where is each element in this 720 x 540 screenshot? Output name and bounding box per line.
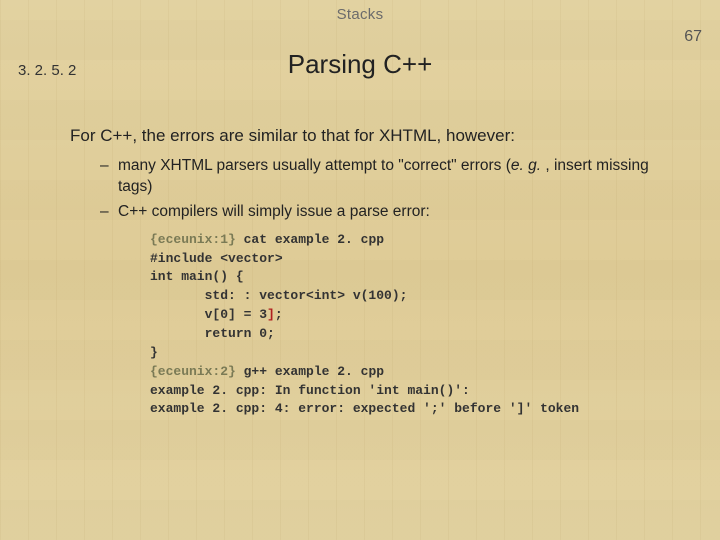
code-text: g++ example 2. cpp (236, 364, 384, 379)
bullet-list: many XHTML parsers usually attempt to "c… (100, 156, 680, 223)
code-text: } (150, 345, 158, 360)
code-text: cat example 2. cpp (236, 232, 384, 247)
code-text: example 2. cpp: In function 'int main()'… (150, 383, 470, 398)
code-text: return 0; (150, 326, 275, 341)
code-prompt: {eceunix:1} (150, 232, 236, 247)
code-text: #include <vector> (150, 251, 283, 266)
code-text: int main() { (150, 269, 244, 284)
slide-title: Parsing C++ (0, 49, 720, 80)
bullet-item: many XHTML parsers usually attempt to "c… (100, 156, 680, 198)
bullet-item: C++ compilers will simply issue a parse … (100, 202, 680, 223)
bullet-text-em: e. g. (511, 157, 541, 174)
bullet-text-pre: C++ compilers will simply issue a parse … (118, 203, 430, 220)
code-text: ; (275, 307, 283, 322)
code-prompt: {eceunix:2} (150, 364, 236, 379)
content-area: For C++, the errors are similar to that … (70, 126, 680, 419)
code-text: std: : vector<int> v(100); (150, 288, 407, 303)
lead-text: For C++, the errors are similar to that … (70, 126, 680, 146)
code-text: v[0] = 3 (150, 307, 267, 322)
page-number: 67 (684, 28, 702, 46)
code-text: example 2. cpp: 4: error: expected ';' b… (150, 401, 579, 416)
code-block: {eceunix:1} cat example 2. cpp #include … (150, 231, 680, 419)
bullet-text-pre: many XHTML parsers usually attempt to "c… (118, 157, 511, 174)
header-topic: Stacks (0, 0, 720, 23)
section-number: 3. 2. 5. 2 (18, 62, 76, 79)
code-error-token: ] (267, 307, 275, 322)
